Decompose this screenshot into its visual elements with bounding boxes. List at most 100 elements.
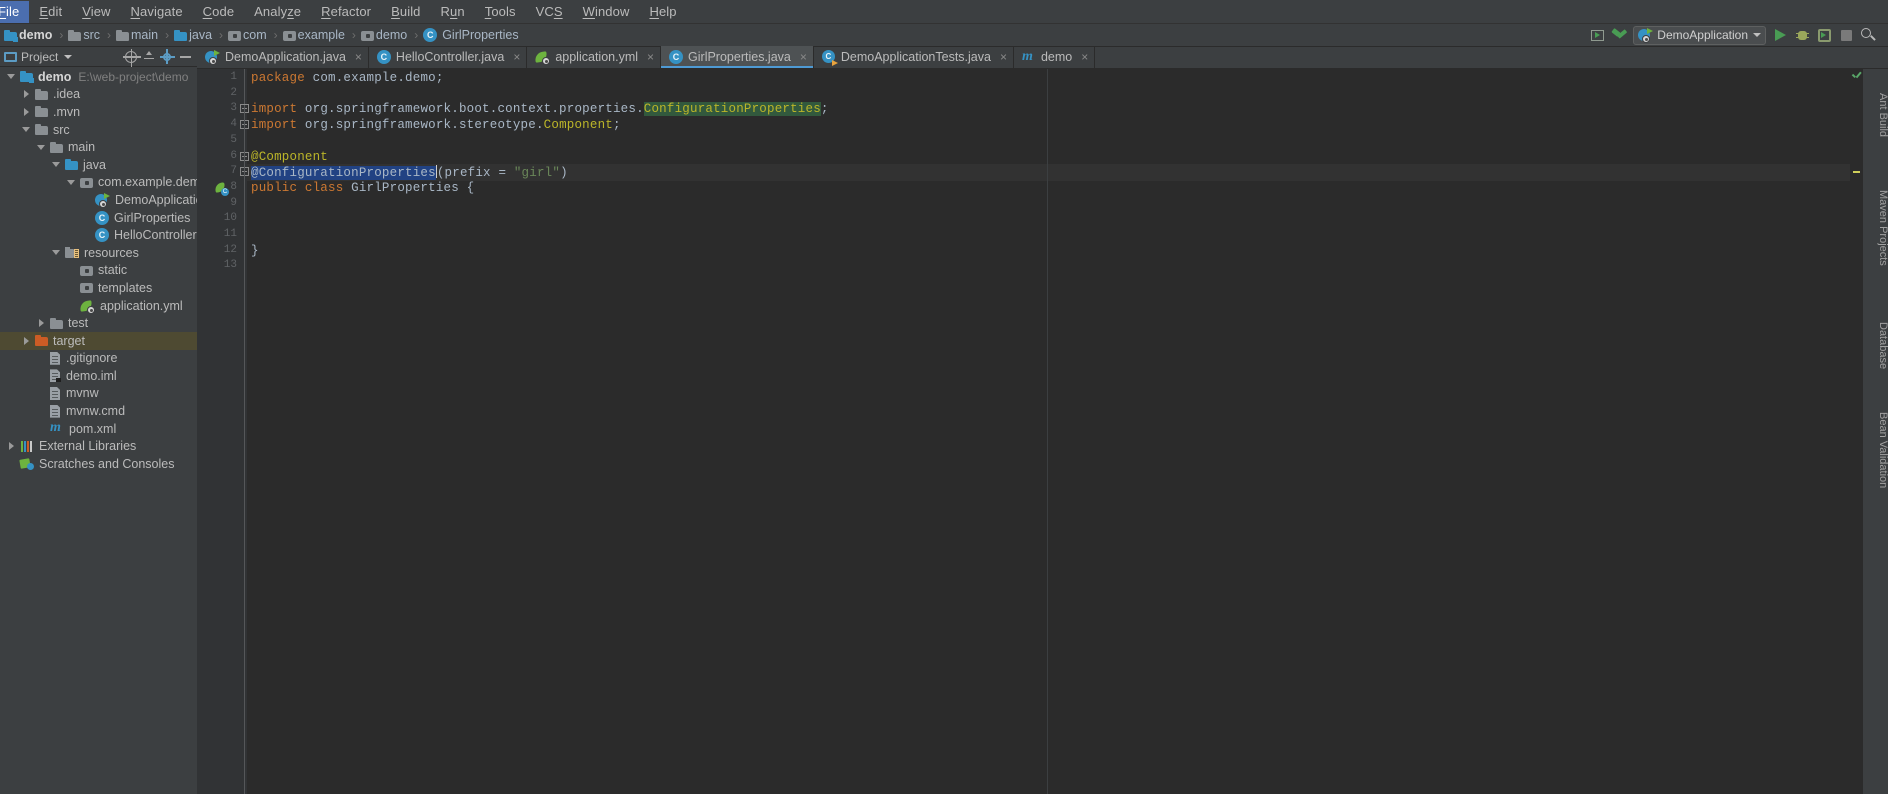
tool-window-tab-label: Ant Build [1877,93,1888,138]
breadcrumb-item-example[interactable]: example [282,28,347,42]
editor-tab-demoapplication-java[interactable]: DemoApplication.java × [197,46,369,68]
chevron-down-icon[interactable] [51,159,62,170]
editor-tab-hellocontroller-java[interactable]: HelloController.java × [369,46,528,68]
menu-item-vcs[interactable]: VCS [526,1,573,23]
tree-item-pom-xml[interactable]: pom.xml [0,420,197,438]
debug-bug-icon [1795,29,1809,42]
menu-item-build[interactable]: Build [381,1,430,23]
tree-item-application-yml[interactable]: application.yml [0,297,197,315]
chevron-right-icon[interactable] [6,441,17,452]
chevron-down-icon[interactable] [64,54,73,59]
chevron-right-icon[interactable] [36,318,47,329]
chevron-down-icon[interactable] [66,177,77,188]
tool-window-tab-bean-validation[interactable]: Bean Validation [1863,406,1888,494]
tree-item-external-libraries[interactable]: External Libraries [0,437,197,455]
menu-item-file[interactable]: File [0,0,30,23]
scroll-from-source-button[interactable] [123,48,141,67]
chevron-right-icon[interactable] [21,89,32,100]
tree-item-hellocontroller[interactable]: HelloController [0,226,197,244]
run-dashboard-button[interactable] [1587,26,1607,44]
project-tree[interactable]: demo E:\web-project\demo .idea .mvn src main j… [0,67,197,794]
editor-gutter[interactable]: 1 2 3 4 5 6 7 8 9 10 11 12 13 [197,69,247,794]
search-everywhere-button[interactable] [1858,26,1878,44]
editor-tab-application-yml[interactable]: application.yml × [527,46,662,68]
chevron-down-icon [1753,33,1761,37]
tree-item-static[interactable]: static [0,262,197,280]
tree-item-main[interactable]: main [0,138,197,156]
code-token: ; [612,118,621,133]
editor-tab-demoapplicationtests-java[interactable]: DemoApplicationTests.java × [814,46,1014,68]
menu-item-tools[interactable]: Tools [475,1,526,23]
breadcrumb-item-demo-module[interactable]: demo [0,28,54,42]
java-class-icon [423,28,438,42]
tree-item-mvn[interactable]: .mvn [0,103,197,121]
menu-item-code[interactable]: Code [193,1,245,23]
tool-window-tab-database[interactable]: Database [1863,316,1888,375]
close-icon[interactable]: × [645,50,654,64]
breadcrumb-item-java[interactable]: java [174,28,214,42]
tool-window-tab-ant-build[interactable]: Ant Build [1863,87,1888,143]
breadcrumb-item-girlproperties[interactable]: GirlProperties [423,28,520,42]
tree-item-target[interactable]: target [0,331,197,350]
tree-item-scratches-and-consoles[interactable]: Scratches and Consoles [0,455,197,473]
tree-item-mvnw[interactable]: mvnw [0,385,197,403]
tree-item-src[interactable]: src [0,121,197,139]
chevron-right-icon[interactable] [21,106,32,117]
tree-item-demo-iml[interactable]: demo.iml [0,367,197,385]
menu-item-navigate[interactable]: Navigate [121,1,193,23]
tree-item-java[interactable]: java [0,156,197,174]
tree-item-demoapplication[interactable]: DemoApplication [0,191,197,209]
chevron-right-icon[interactable] [21,335,32,346]
tree-item-demo[interactable]: demo E:\web-project\demo [0,68,197,86]
folder-icon [35,124,48,136]
breadcrumb-item-src[interactable]: src [68,28,102,42]
close-icon[interactable]: × [1079,50,1088,64]
breadcrumb-item-com[interactable]: com [228,28,269,42]
editor-marker-stripe[interactable] [1850,69,1862,794]
tool-window-tab-maven-projects[interactable]: Maven Projects [1863,184,1888,272]
tree-item-com-example-demo[interactable]: com.example.demo [0,174,197,192]
close-icon[interactable]: × [511,50,520,64]
collapse-all-button[interactable] [141,49,157,65]
breadcrumb-item-demo-package[interactable]: demo [360,28,409,42]
code-content[interactable]: package com.example.demo; import org.spri… [247,69,1047,794]
chevron-down-icon[interactable] [51,247,62,258]
warning-marker[interactable] [1853,171,1860,173]
menu-item-window[interactable]: Window [573,1,640,23]
tree-item-mvnw-cmd[interactable]: mvnw.cmd [0,402,197,420]
menu-item-view[interactable]: View [72,1,120,23]
tree-item-label: demo.iml [66,368,117,383]
editor-tab-demo[interactable]: demo × [1014,46,1096,68]
chevron-down-icon[interactable] [21,124,32,135]
menu-item-run[interactable]: Run [431,1,475,23]
tree-item-girlproperties[interactable]: GirlProperties [0,209,197,227]
close-icon[interactable]: × [798,50,807,64]
run-button[interactable] [1770,26,1790,44]
chevron-down-icon[interactable] [6,71,17,82]
project-panel-title[interactable]: Project [17,50,58,64]
close-icon[interactable]: × [998,50,1007,64]
tree-item-test[interactable]: test [0,314,197,332]
chevron-down-icon[interactable] [36,142,47,153]
tree-item-label: target [53,333,85,348]
hide-panel-button[interactable] [177,49,193,65]
tree-item-resources[interactable]: resources [0,244,197,262]
tree-item-templates[interactable]: templates [0,279,197,297]
menu-item-refactor[interactable]: Refactor [311,1,381,23]
debug-button[interactable] [1792,26,1812,44]
build-project-button[interactable] [1609,26,1629,44]
breadcrumb-item-main[interactable]: main [116,28,160,42]
tree-item-gitignore[interactable]: .gitignore [0,350,197,368]
spring-bean-gutter-icon[interactable] [214,182,229,196]
stop-button[interactable] [1836,26,1856,44]
run-configuration-selector[interactable]: DemoApplication [1633,25,1766,45]
run-coverage-button[interactable] [1814,26,1834,44]
menu-item-edit[interactable]: Edit [29,1,72,23]
editor-tab-girlproperties-java[interactable]: GirlProperties.java × [661,46,814,68]
editor-area[interactable]: 1 2 3 4 5 6 7 8 9 10 11 12 13 package com.example.de… [197,69,1888,794]
menu-item-analyze[interactable]: Analyze [244,1,311,23]
tree-item-idea[interactable]: .idea [0,86,197,104]
menu-item-help[interactable]: Help [639,1,686,23]
close-icon[interactable]: × [353,50,362,64]
panel-settings-button[interactable] [159,49,175,65]
